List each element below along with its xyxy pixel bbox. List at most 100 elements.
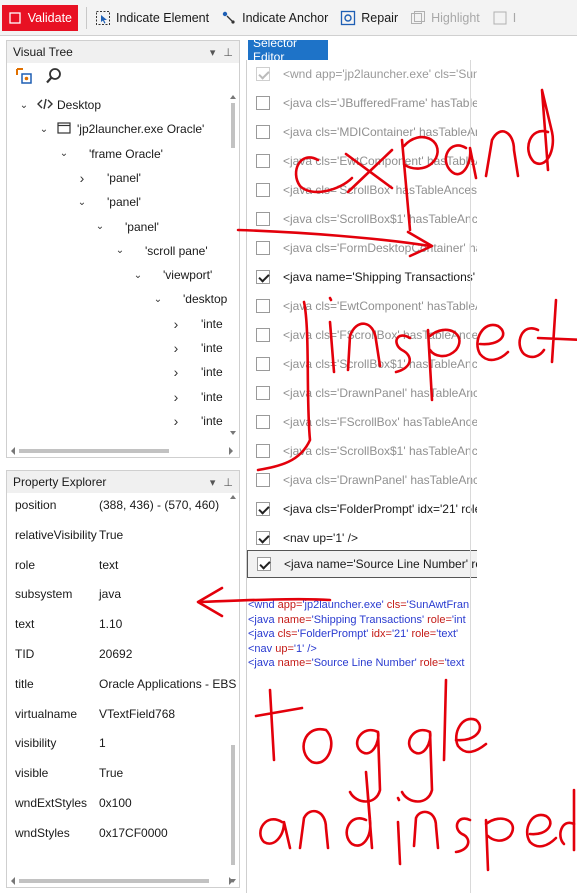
- tree-node[interactable]: ›'inte: [169, 360, 223, 384]
- selector-row[interactable]: <java cls='ScrollBox' hasTableAncesto: [247, 176, 477, 204]
- selector-row[interactable]: <java cls='ScrollBox$1' hasTableAnces: [247, 350, 477, 378]
- tree-node[interactable]: ⌄ Desktop: [17, 93, 101, 117]
- property-row[interactable]: subsystem java: [7, 579, 229, 609]
- selector-row-checkbox[interactable]: [256, 502, 270, 516]
- selector-row-checkbox[interactable]: [256, 299, 270, 313]
- selector-row-checkbox[interactable]: [256, 415, 270, 429]
- pin-icon[interactable]: ⊥: [223, 476, 233, 489]
- chevron-right-icon[interactable]: ›: [169, 413, 183, 429]
- property-row[interactable]: virtualname VTextField768: [7, 699, 229, 729]
- selector-row-checkbox[interactable]: [256, 386, 270, 400]
- property-row[interactable]: role text: [7, 550, 229, 580]
- window-icon: [57, 122, 71, 137]
- chevron-down-icon[interactable]: ⌄: [151, 294, 165, 305]
- property-value: Oracle Applications - EBS: [99, 676, 237, 691]
- locate-element-icon[interactable]: [15, 67, 33, 88]
- property-row[interactable]: wndExtStyles 0x100: [7, 788, 229, 818]
- selector-xml-preview[interactable]: <wnd app='jp2launcher.exe' cls='SunAwtFr…: [248, 598, 470, 671]
- tree-node[interactable]: ⌄ 'desktop: [151, 287, 228, 311]
- chevron-down-icon[interactable]: ⌄: [57, 148, 71, 159]
- property-row[interactable]: visibility 1: [7, 728, 229, 758]
- highlight-button[interactable]: Highlight: [406, 4, 484, 32]
- selector-row[interactable]: <java cls='ScrollBox$1' hasTableAnces: [247, 205, 477, 233]
- selector-row-checkbox[interactable]: [256, 241, 270, 255]
- tree-node[interactable]: ⌄ 'scroll pane': [113, 239, 208, 263]
- chevron-down-icon[interactable]: ⌄: [37, 124, 51, 135]
- property-row[interactable]: TID 20692: [7, 639, 229, 669]
- tab-selector-editor[interactable]: Selector Editor: [248, 36, 328, 64]
- selector-row[interactable]: <java name='Shipping Transactions' ro: [247, 263, 477, 291]
- selector-row[interactable]: <java cls='FScrollBox' hasTableAncest: [247, 321, 477, 349]
- chevron-down-icon[interactable]: ⌄: [75, 197, 89, 208]
- tree-node[interactable]: ⌄ 'jp2launcher.exe Oracle': [37, 117, 204, 141]
- selector-row-checkbox[interactable]: [256, 154, 270, 168]
- property-value: (388, 436) - (570, 460): [99, 498, 220, 512]
- selector-row-checkbox[interactable]: [257, 557, 271, 571]
- selector-row[interactable]: <java cls='DrawnPanel' hasTableAnces: [247, 379, 477, 407]
- visual-tree-horizontal-scrollbar[interactable]: [9, 445, 235, 455]
- chevron-down-icon[interactable]: ⌄: [93, 221, 107, 232]
- tree-node[interactable]: ›'inte: [169, 336, 223, 360]
- selector-row-checkbox[interactable]: [256, 531, 270, 545]
- property-explorer-horizontal-scrollbar[interactable]: [9, 875, 235, 885]
- tree-node[interactable]: ⌄ 'panel': [93, 215, 159, 239]
- selector-row-checkbox[interactable]: [256, 212, 270, 226]
- selector-row[interactable]: <nav up='1' />: [247, 524, 477, 552]
- chevron-down-icon[interactable]: ▾: [210, 46, 216, 59]
- tree-node[interactable]: ⌄ 'frame Oracle': [57, 142, 163, 166]
- tree-node[interactable]: › 'panel': [75, 166, 141, 190]
- selector-row-checkbox[interactable]: [256, 125, 270, 139]
- chevron-down-icon[interactable]: ▾: [210, 476, 216, 489]
- pin-icon[interactable]: ⊥: [223, 46, 233, 59]
- property-row[interactable]: text 1.10: [7, 609, 229, 639]
- selector-row-checkbox[interactable]: [256, 473, 270, 487]
- selector-row[interactable]: <java cls='MDIContainer' hasTableAnc: [247, 118, 477, 146]
- chevron-down-icon[interactable]: ⌄: [131, 270, 145, 281]
- selector-row[interactable]: <java cls='JBufferedFrame' hasTableAn: [247, 89, 477, 117]
- selector-row[interactable]: <java cls='FScrollBox' hasTableAncesto: [247, 408, 477, 436]
- selector-row[interactable]: <java cls='FolderPrompt' idx='21' role: [247, 495, 477, 523]
- tree-node[interactable]: ⌄ 'panel': [75, 190, 141, 214]
- selector-row-checkbox[interactable]: [256, 183, 270, 197]
- chevron-right-icon[interactable]: ›: [169, 316, 183, 332]
- chevron-down-icon[interactable]: ⌄: [113, 245, 127, 256]
- selector-row-checkbox[interactable]: [256, 357, 270, 371]
- property-row[interactable]: position (388, 436) - (570, 460): [7, 490, 229, 520]
- chevron-down-icon[interactable]: ⌄: [17, 100, 31, 111]
- tree-node[interactable]: ›'inte: [169, 433, 223, 437]
- validate-button[interactable]: Validate: [2, 4, 78, 31]
- selector-row-checkbox[interactable]: [256, 444, 270, 458]
- selector-row-checkbox[interactable]: [256, 270, 270, 284]
- selector-row[interactable]: <java cls='FormDesktopContainer' has: [247, 234, 477, 262]
- selector-row-checkbox[interactable]: [256, 96, 270, 110]
- property-row[interactable]: relativeVisibility True: [7, 520, 229, 550]
- indicate-anchor-button[interactable]: Indicate Anchor: [217, 4, 332, 32]
- selector-row[interactable]: <java cls='ScrollBox$1' hasTableAnces: [247, 437, 477, 465]
- tree-node[interactable]: ⌄ 'viewport': [131, 263, 212, 287]
- toolbar-overflow-button[interactable]: I: [488, 4, 520, 32]
- property-row[interactable]: title Oracle Applications - EBS: [7, 669, 236, 699]
- property-row[interactable]: wndStyles 0x17CF0000: [7, 818, 229, 848]
- chevron-right-icon[interactable]: ›: [169, 364, 183, 380]
- chevron-right-icon[interactable]: ›: [169, 389, 183, 405]
- selector-row[interactable]: <wnd app='jp2launcher.exe' cls='SunA: [247, 60, 477, 88]
- tree-node[interactable]: ›'inte: [169, 385, 223, 409]
- repair-button[interactable]: Repair: [336, 4, 402, 32]
- selector-row[interactable]: <java name='Source Line Number' rol: [247, 550, 477, 578]
- search-icon[interactable]: [45, 67, 63, 88]
- property-explorer-vertical-scrollbar[interactable]: [229, 493, 237, 885]
- xml-attribute-name: name=: [277, 613, 312, 626]
- chevron-right-icon[interactable]: ›: [75, 170, 89, 186]
- selector-row[interactable]: <java cls='EwtComponent' hasTableAn: [247, 147, 477, 175]
- tree-node[interactable]: ›'inte: [169, 312, 223, 336]
- indicate-element-button[interactable]: Indicate Element: [91, 4, 213, 32]
- property-name: position: [15, 498, 57, 512]
- property-value: 0x17CF0000: [99, 825, 168, 840]
- property-row[interactable]: visible True: [7, 758, 229, 788]
- visual-tree-vertical-scrollbar[interactable]: [229, 93, 237, 437]
- selector-row[interactable]: <java cls='DrawnPanel' hasTableAnces: [247, 466, 477, 494]
- selector-row[interactable]: <java cls='EwtComponent' hasTableAn: [247, 292, 477, 320]
- tree-node[interactable]: ›'inte: [169, 409, 223, 433]
- selector-row-checkbox[interactable]: [256, 328, 270, 342]
- chevron-right-icon[interactable]: ›: [169, 340, 183, 356]
